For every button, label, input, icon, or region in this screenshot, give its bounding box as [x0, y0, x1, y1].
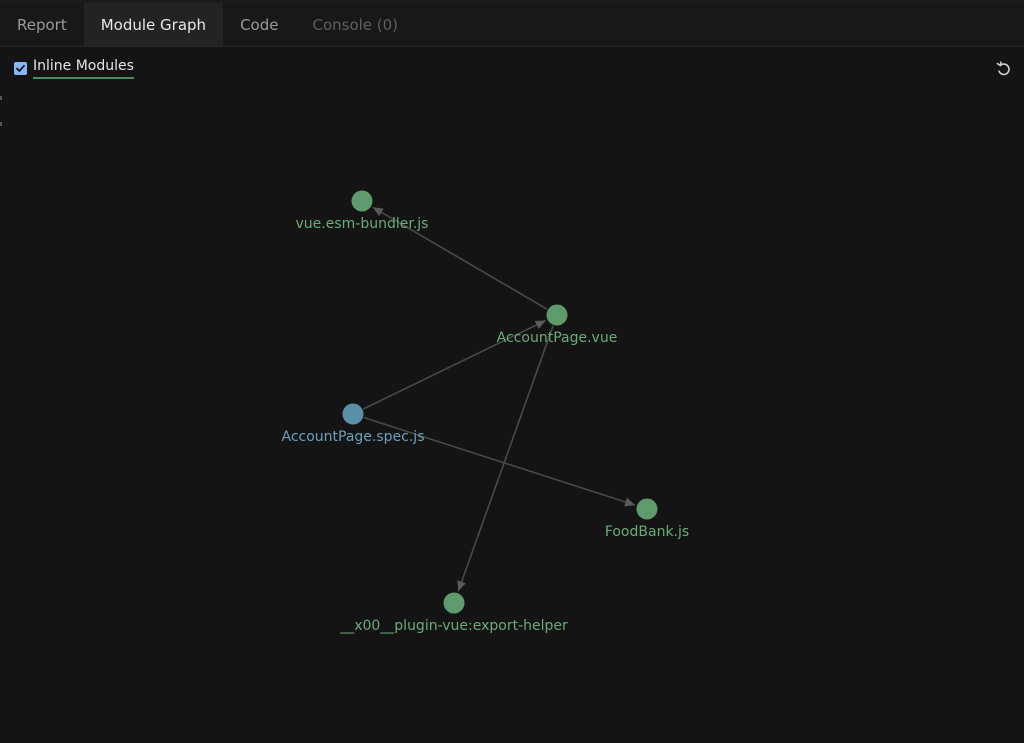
- graph-node-label: FoodBank.js: [605, 524, 689, 540]
- graph-node-label: vue.esm-bundler.js: [296, 216, 429, 232]
- graph-node-account[interactable]: AccountPage.vue: [497, 304, 618, 347]
- graph-node-label: __x00__plugin-vue:export-helper: [339, 618, 568, 634]
- module-graph-app: Report Module Graph Code Console (0) Inl…: [0, 0, 1024, 743]
- module-graph-canvas[interactable]: vue.esm-bundler.js AccountPage.vue Account…: [0, 0, 1024, 743]
- graph-node-circle[interactable]: [636, 498, 658, 520]
- graph-node-food[interactable]: FoodBank.js: [605, 498, 689, 541]
- graph-node-circle[interactable]: [351, 190, 373, 212]
- graph-node-label: AccountPage.vue: [497, 330, 618, 346]
- graph-node-circle[interactable]: [342, 403, 364, 425]
- graph-node-circle[interactable]: [443, 592, 465, 614]
- graph-node-label: AccountPage.spec.js: [282, 429, 425, 445]
- graph-node-helper[interactable]: __x00__plugin-vue:export-helper: [339, 592, 568, 635]
- graph-node-circle[interactable]: [546, 304, 568, 326]
- graph-node-spec[interactable]: AccountPage.spec.js: [282, 403, 425, 446]
- graph-node-vue[interactable]: vue.esm-bundler.js: [296, 190, 429, 233]
- graph-edge-account-to-helper: [457, 325, 554, 592]
